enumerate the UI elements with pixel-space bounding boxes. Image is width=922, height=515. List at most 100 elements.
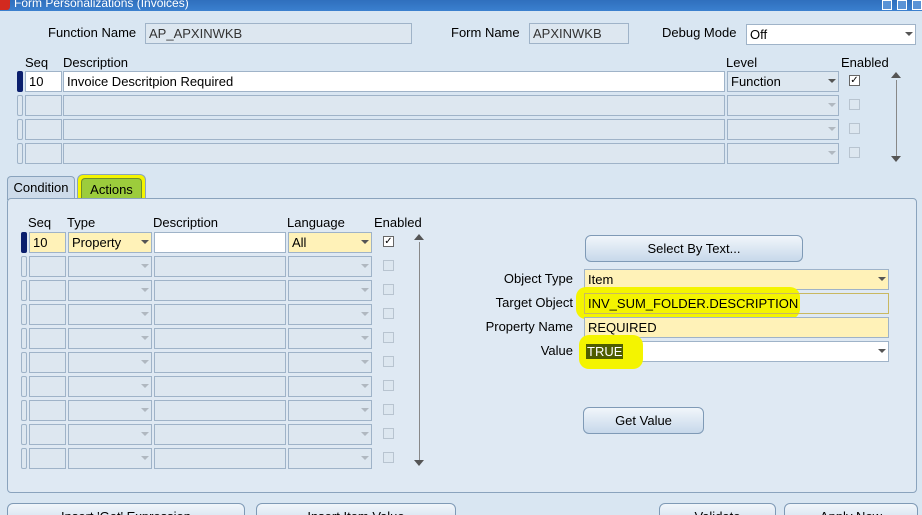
action-enabled-checkbox[interactable] — [383, 404, 394, 415]
action-enabled-checkbox[interactable] — [383, 308, 394, 319]
scroll-track[interactable] — [896, 80, 897, 156]
row-indicator[interactable] — [21, 400, 27, 421]
action-description-field[interactable] — [154, 400, 286, 421]
close-icon[interactable] — [912, 0, 922, 10]
action-language-select[interactable] — [288, 400, 372, 421]
get-value-button[interactable]: Get Value — [583, 407, 704, 434]
scroll-track[interactable] — [419, 242, 420, 460]
action-seq-field[interactable]: 10 — [29, 232, 66, 253]
row-indicator[interactable] — [21, 328, 27, 349]
rule-description-field[interactable] — [63, 143, 725, 164]
insert-get-expression-button[interactable]: Insert 'Get' Expression — [7, 503, 245, 515]
action-language-select[interactable] — [288, 256, 372, 277]
action-description-field[interactable] — [154, 448, 286, 469]
action-enabled-checkbox[interactable] — [383, 452, 394, 463]
action-seq-field[interactable] — [29, 304, 66, 325]
action-description-field[interactable] — [154, 232, 286, 253]
rule-level-select[interactable] — [727, 95, 839, 116]
action-language-select[interactable] — [288, 424, 372, 445]
tab-actions-highlight[interactable]: Actions — [77, 174, 146, 201]
rule-description-field[interactable] — [63, 119, 725, 140]
action-type-select[interactable] — [68, 328, 152, 349]
insert-item-value-button[interactable]: Insert Item Value — [256, 503, 456, 515]
action-type-select[interactable] — [68, 448, 152, 469]
action-enabled-checkbox[interactable] — [383, 332, 394, 343]
row-indicator-current[interactable] — [21, 232, 27, 253]
rule-seq-field[interactable] — [25, 119, 62, 140]
action-description-field[interactable] — [154, 256, 286, 277]
row-indicator[interactable] — [17, 119, 23, 140]
action-seq-field[interactable] — [29, 256, 66, 277]
select-by-text-button[interactable]: Select By Text... — [585, 235, 803, 262]
rule-seq-field[interactable] — [25, 95, 62, 116]
rule-seq-field[interactable]: 10 — [25, 71, 62, 92]
form-name-field[interactable]: APXINWKB — [529, 23, 629, 44]
rules-scrollbar[interactable] — [890, 70, 903, 166]
action-language-select[interactable] — [288, 328, 372, 349]
rule-level-select[interactable] — [727, 119, 839, 140]
action-description-field[interactable] — [154, 376, 286, 397]
maximize-icon[interactable] — [897, 0, 907, 10]
action-enabled-checkbox[interactable] — [383, 260, 394, 271]
action-type-select[interactable] — [68, 256, 152, 277]
action-seq-field[interactable] — [29, 400, 66, 421]
row-indicator[interactable] — [21, 448, 27, 469]
action-language-select[interactable] — [288, 280, 372, 301]
row-indicator[interactable] — [17, 95, 23, 116]
action-description-field[interactable] — [154, 280, 286, 301]
rule-enabled-checkbox[interactable] — [849, 123, 860, 134]
scroll-up-icon[interactable] — [891, 72, 901, 78]
rule-description-field[interactable] — [63, 95, 725, 116]
rule-enabled-checkbox[interactable] — [849, 147, 860, 158]
action-type-select[interactable] — [68, 400, 152, 421]
row-indicator[interactable] — [21, 280, 27, 301]
row-indicator[interactable] — [21, 352, 27, 373]
rule-level-select[interactable] — [727, 143, 839, 164]
scroll-down-icon[interactable] — [414, 460, 424, 466]
row-indicator[interactable] — [21, 304, 27, 325]
action-language-select[interactable]: All — [288, 232, 372, 253]
rule-enabled-checkbox[interactable] — [849, 99, 860, 110]
value-text-selected[interactable]: TRUE — [586, 344, 624, 360]
action-seq-field[interactable] — [29, 328, 66, 349]
target-object-field[interactable]: INV_SUM_FOLDER.DESCRIPTION — [584, 293, 889, 314]
action-description-field[interactable] — [154, 328, 286, 349]
action-language-select[interactable] — [288, 352, 372, 373]
action-type-select[interactable] — [68, 352, 152, 373]
action-type-select[interactable]: Property — [68, 232, 152, 253]
actions-scrollbar[interactable] — [413, 232, 426, 470]
tab-condition[interactable]: Condition — [7, 176, 75, 200]
action-language-select[interactable] — [288, 448, 372, 469]
row-indicator[interactable] — [21, 376, 27, 397]
action-description-field[interactable] — [154, 424, 286, 445]
apply-now-button[interactable]: Apply Now — [784, 503, 918, 515]
function-name-field[interactable]: AP_APXINWKB — [145, 23, 412, 44]
scroll-up-icon[interactable] — [414, 234, 424, 240]
row-indicator[interactable] — [21, 256, 27, 277]
validate-button[interactable]: Validate — [659, 503, 776, 515]
row-indicator-current[interactable] — [17, 71, 23, 92]
rule-seq-field[interactable] — [25, 143, 62, 164]
action-seq-field[interactable] — [29, 280, 66, 301]
action-seq-field[interactable] — [29, 352, 66, 373]
scroll-down-icon[interactable] — [891, 156, 901, 162]
action-type-select[interactable] — [68, 280, 152, 301]
action-enabled-checkbox[interactable] — [383, 428, 394, 439]
action-description-field[interactable] — [154, 304, 286, 325]
debug-mode-select[interactable]: Off — [746, 24, 916, 45]
rule-description-field[interactable]: Invoice Descritpion Required — [63, 71, 725, 92]
minimize-icon[interactable] — [882, 0, 892, 10]
action-type-select[interactable] — [68, 376, 152, 397]
action-enabled-checkbox[interactable]: ✓ — [383, 236, 394, 247]
action-seq-field[interactable] — [29, 448, 66, 469]
action-enabled-checkbox[interactable] — [383, 356, 394, 367]
action-type-select[interactable] — [68, 424, 152, 445]
rule-enabled-checkbox[interactable]: ✓ — [849, 75, 860, 86]
rule-level-select[interactable]: Function — [727, 71, 839, 92]
row-indicator[interactable] — [21, 424, 27, 445]
row-indicator[interactable] — [17, 143, 23, 164]
action-description-field[interactable] — [154, 352, 286, 373]
action-language-select[interactable] — [288, 304, 372, 325]
action-language-select[interactable] — [288, 376, 372, 397]
action-seq-field[interactable] — [29, 376, 66, 397]
